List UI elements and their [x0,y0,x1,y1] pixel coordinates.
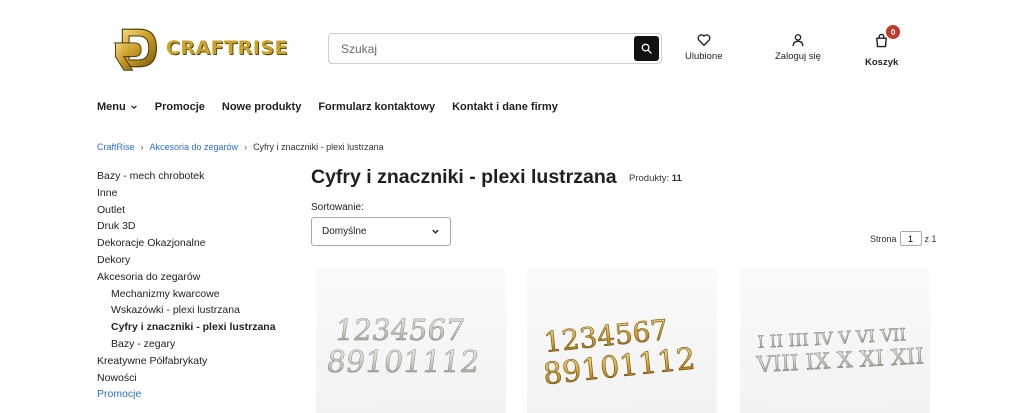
sidebar-item-dekory[interactable]: Dekory [97,252,297,269]
nav-item-label: Promocje [154,101,205,113]
svg-text:89101112: 89101112 [324,345,481,380]
product-card[interactable]: I II III IV V VI VII VIII IX X XI XII [740,268,930,413]
nav-item-formularz-kontaktowy[interactable]: Formularz kontaktowy [318,101,435,113]
nav-item-menu[interactable]: Menu [97,101,138,113]
cart-button[interactable]: 0 Koszyk [865,25,901,68]
product-image: 1234567 89101112 [541,313,697,393]
favorites-label: Ulubione [685,51,723,62]
product-grid: 1234567 89101112 1234567 89101112 I II I… [312,268,935,413]
breadcrumb-link-category[interactable]: Akcesoria do zegarów [150,142,239,152]
breadcrumb-link-home[interactable]: CraftRise [97,142,135,152]
chevron-right-icon: › [244,142,248,152]
search-bar [328,33,662,64]
product-image: 1234567 89101112 [324,313,482,380]
product-image: I II III IV V VI VII VIII IX X XI XII [755,325,925,378]
sidebar-item-bazy-mech[interactable]: Bazy - mech chrobotek [97,168,297,185]
login-button[interactable]: Zaloguj się [775,33,821,62]
nav-item-label: Formularz kontaktowy [318,101,436,113]
nav-item-nowe-produkty[interactable]: Nowe produkty [222,101,301,113]
favorites-button[interactable]: Ulubione [685,33,723,62]
nav-item-promocje[interactable]: Promocje [155,101,205,113]
breadcrumb: CraftRise › Akcesoria do zegarów › Cyfry… [97,142,384,152]
nav-item-label: Menu [97,101,126,113]
chevron-down-icon [432,229,439,234]
sidebar-item-dekoracje[interactable]: Dekoracje Okazjonalne [97,235,297,252]
svg-text:1234567: 1234567 [333,313,467,347]
brand-logo[interactable]: CRAFTRISE [112,18,288,78]
sidebar-item-outlet[interactable]: Outlet [97,202,297,219]
sidebar-subitem-bazy-zegary[interactable]: Bazy - zegary [97,336,297,353]
brand-name: CRAFTRISE [165,37,288,59]
chevron-down-icon [130,105,137,110]
search-button[interactable] [634,36,659,61]
nav-item-kontakt[interactable]: Kontakt i dane firmy [452,101,558,113]
product-count-label: Produkty: [629,173,670,184]
sidebar-subitem-wskazowki[interactable]: Wskazówki - plexi lustrzana [97,302,297,319]
sidebar-item-inne[interactable]: Inne [97,185,297,202]
pager-total: z 1 [924,233,937,244]
sidebar-item-druk-3d[interactable]: Druk 3D [97,218,297,235]
heart-icon [697,34,711,46]
category-sidebar: Bazy - mech chrobotek Inne Outlet Druk 3… [97,168,297,403]
product-count-value: 11 [671,173,682,184]
sidebar-item-nowosci[interactable]: Nowości [97,370,297,387]
product-card[interactable]: 1234567 89101112 [316,268,506,413]
pager-label: Strona [870,233,897,244]
product-count: Produkty: 11 [629,173,682,184]
sort-label: Sortowanie: [311,202,364,213]
cart-count-badge: 0 [886,25,901,39]
pagination: Strona z 1 [870,231,937,246]
craftrise-logo-icon [113,28,157,71]
sidebar-item-akcesoria[interactable]: Akcesoria do zegarów [97,269,297,286]
search-input[interactable] [329,34,629,63]
nav-item-label: Kontakt i dane firmy [452,101,558,113]
login-label: Zaloguj się [775,51,821,62]
page-title: Cyfry i znaczniki - plexi lustrzana [311,166,617,188]
page-number-input[interactable] [899,231,922,246]
user-icon [792,34,804,47]
sidebar-subitem-cyfry-active[interactable]: Cyfry i znaczniki - plexi lustrzana [97,319,297,336]
sidebar-subitem-mechanizmy[interactable]: Mechanizmy kwarcowe [97,286,297,303]
sidebar-item-promocje[interactable]: Promocje [97,386,297,403]
cart-label: Koszyk [865,57,899,68]
sort-select[interactable]: Domyślne [311,217,451,246]
breadcrumb-current: Cyfry i znaczniki - plexi lustrzana [253,142,384,152]
product-card[interactable]: 1234567 89101112 [527,268,717,413]
sort-select-value: Domyślne [322,226,367,237]
chevron-right-icon: › [140,142,144,152]
nav-item-label: Nowe produkty [221,101,302,113]
search-icon [641,43,652,54]
main-nav: Menu Promocje Nowe produkty Formularz ko… [97,101,575,113]
sidebar-item-kreatywne[interactable]: Kreatywne Półfabrykaty [97,353,297,370]
